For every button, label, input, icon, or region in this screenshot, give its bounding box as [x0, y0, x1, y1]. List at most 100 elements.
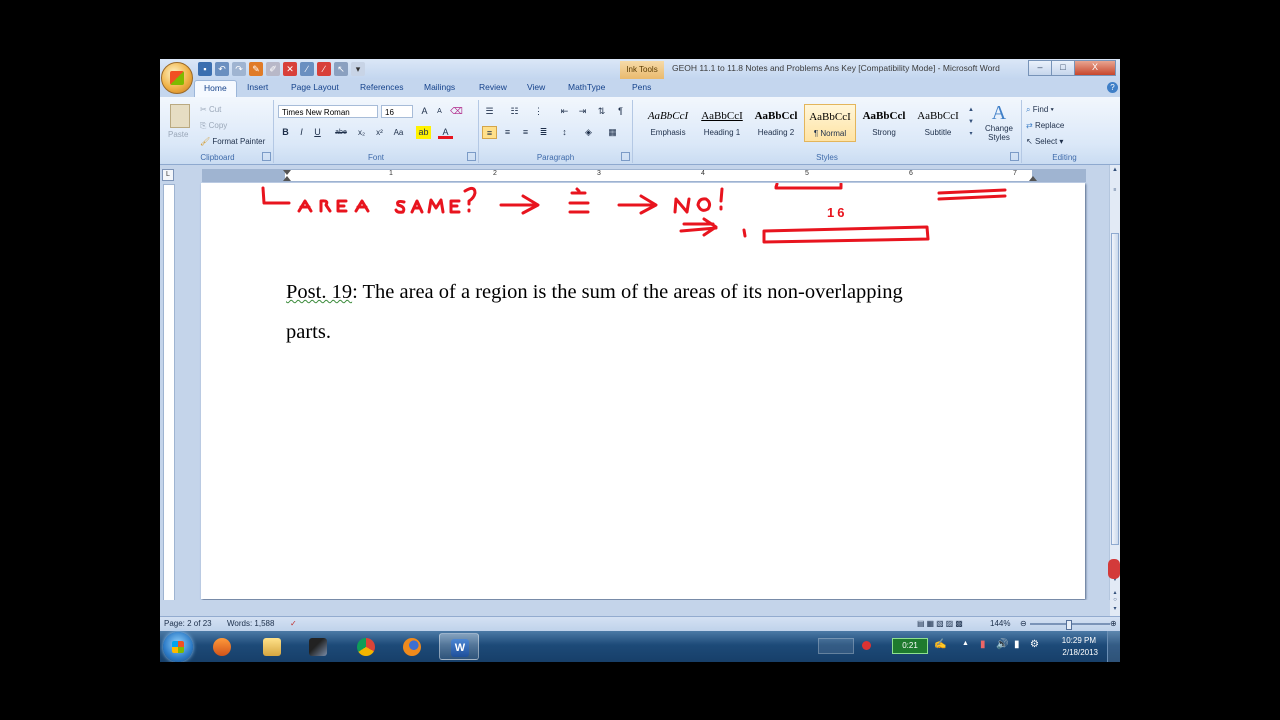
clipboard-launcher-icon[interactable] — [262, 152, 271, 161]
highlight-color-icon[interactable]: ab — [416, 126, 431, 139]
taskbar-explorer[interactable] — [252, 633, 292, 660]
style-strong[interactable]: AaBbCcl Strong — [858, 104, 910, 142]
show-formatting-icon[interactable]: ¶ — [613, 105, 628, 118]
hanging-indent-marker[interactable] — [283, 176, 291, 181]
pen-tray-icon[interactable]: ✍ — [934, 639, 946, 650]
taskbar-chrome[interactable] — [346, 633, 386, 660]
align-left-icon[interactable]: ≡ — [482, 126, 497, 139]
minimize-button[interactable]: – — [1028, 60, 1052, 76]
tab-review[interactable]: Review — [479, 82, 507, 92]
clock-date[interactable]: 2/18/2013 — [1062, 648, 1098, 657]
tab-selector-icon[interactable]: L — [162, 169, 174, 181]
tab-pens[interactable]: Pens — [632, 82, 651, 92]
first-line-indent-marker[interactable] — [283, 170, 291, 175]
undo-icon[interactable]: ↶ — [215, 62, 229, 76]
view-buttons-icon[interactable]: ▤▦▧▨▩ — [917, 619, 965, 628]
increase-indent-icon[interactable]: ⇥ — [575, 105, 590, 118]
shading-icon[interactable]: ◈ — [581, 126, 596, 139]
signal-bars-icon[interactable] — [818, 638, 854, 654]
recording-timer[interactable]: 0:21 — [892, 638, 928, 654]
next-page-icon[interactable]: ▾ — [1111, 605, 1119, 613]
close-button[interactable]: X — [1074, 60, 1116, 76]
horizontal-ruler[interactable]: 1 2 3 4 5 6 7 — [202, 169, 1086, 182]
power-icon[interactable]: ▮ — [1014, 639, 1020, 650]
styles-scroll-arrows-icon[interactable]: ▲ ▼ ▾ — [967, 104, 975, 142]
align-right-icon[interactable]: ≡ — [518, 126, 533, 139]
tab-references[interactable]: References — [360, 82, 403, 92]
settings-icon[interactable]: ⚙ — [1030, 639, 1039, 650]
change-case-button[interactable]: Aa — [391, 126, 406, 139]
zoom-slider[interactable] — [1030, 620, 1110, 630]
maximize-button[interactable]: □ — [1051, 60, 1075, 76]
clock-time[interactable]: 10:29 PM — [1062, 636, 1096, 645]
find-button[interactable]: ⌕ Find ▾ — [1026, 105, 1054, 115]
select-objects-icon[interactable]: ↖ — [334, 62, 348, 76]
redo-icon[interactable]: ↷ — [232, 62, 246, 76]
ink-tools-context-tab[interactable]: Ink Tools — [620, 61, 664, 79]
grow-font-icon[interactable]: A — [417, 105, 432, 118]
subscript-button[interactable]: x₂ — [354, 126, 369, 139]
bold-button[interactable]: B — [278, 126, 293, 139]
postulate-line[interactable]: Post. 19: The area of a region is the su… — [286, 281, 903, 304]
format-painter-button[interactable]: 🖌 Format Painter — [200, 137, 265, 146]
zoom-level[interactable]: 144% — [990, 619, 1010, 628]
numbering-icon[interactable]: ☷ — [507, 105, 522, 118]
style-normal[interactable]: AaBbCcI ¶ Normal — [804, 104, 856, 142]
document-page[interactable]: 16 Post. 19: The area of a region is the… — [201, 183, 1085, 599]
taskbar-pen-app[interactable] — [298, 633, 338, 660]
font-size-combo[interactable]: 16 — [381, 105, 413, 118]
line-spacing-icon[interactable]: ↕ — [557, 126, 572, 139]
ink-color-icon[interactable]: ∕ — [300, 62, 314, 76]
style-heading-2[interactable]: AaBbCcl Heading 2 — [750, 104, 802, 142]
sort-icon[interactable]: ⇅ — [594, 105, 609, 118]
browse-object-icon[interactable]: ○ — [1111, 597, 1119, 605]
tab-mailings[interactable]: Mailings — [424, 82, 455, 92]
font-launcher-icon[interactable] — [467, 152, 476, 161]
strikethrough-button[interactable]: abe — [332, 126, 350, 139]
underline-button[interactable]: U — [310, 126, 325, 139]
scroll-up-arrow-icon[interactable]: ▲ — [1111, 167, 1119, 175]
previous-page-icon[interactable]: ▴ — [1111, 589, 1119, 597]
page-count[interactable]: Page: 2 of 23 — [164, 619, 212, 628]
paragraph-launcher-icon[interactable] — [621, 152, 630, 161]
multilevel-list-icon[interactable]: ⋮ — [531, 105, 546, 118]
red-pen-icon[interactable]: ∕ — [317, 62, 331, 76]
style-heading-1[interactable]: AaBbCcI Heading 1 — [696, 104, 748, 142]
split-icon[interactable]: ≡ — [1111, 187, 1119, 195]
highlighter-icon[interactable]: ✐ — [266, 62, 280, 76]
paste-icon[interactable] — [170, 104, 190, 128]
taskbar-word[interactable]: W — [439, 633, 479, 660]
taskbar-media-player[interactable] — [202, 633, 242, 660]
zoom-in-icon[interactable]: ⊕ — [1110, 619, 1117, 628]
word-count[interactable]: Words: 1,588 — [227, 619, 274, 628]
paste-button[interactable]: Paste — [168, 130, 188, 139]
align-center-icon[interactable]: ≡ — [500, 126, 515, 139]
tab-mathtype[interactable]: MathType — [568, 82, 605, 92]
styles-launcher-icon[interactable] — [1010, 152, 1019, 161]
decrease-indent-icon[interactable]: ⇤ — [557, 105, 572, 118]
superscript-button[interactable]: x² — [372, 126, 387, 139]
show-hidden-icons[interactable]: ▲ — [962, 640, 969, 647]
office-button[interactable] — [161, 62, 193, 94]
tab-page-layout[interactable]: Page Layout — [291, 82, 339, 92]
tab-view[interactable]: View — [527, 82, 545, 92]
style-subtitle[interactable]: AaBbCcI Subtitle — [912, 104, 964, 142]
cut-button[interactable]: ✂ Cut — [200, 105, 221, 114]
alert-icon[interactable] — [862, 641, 871, 650]
proofing-icon[interactable]: ✓ — [290, 619, 297, 628]
style-emphasis[interactable]: AaBbCcI Emphasis — [642, 104, 694, 142]
show-desktop-button[interactable] — [1107, 631, 1120, 662]
borders-icon[interactable]: ▦ — [605, 126, 620, 139]
volume-icon[interactable]: 🔊 — [996, 639, 1008, 650]
font-color-icon[interactable]: A — [438, 126, 453, 139]
italic-button[interactable]: I — [294, 126, 309, 139]
bullets-icon[interactable]: ☰ — [482, 105, 497, 118]
select-button[interactable]: ↖ Select ▾ — [1026, 137, 1063, 146]
postulate-line-continued[interactable]: parts. — [286, 321, 331, 344]
help-icon[interactable]: ? — [1107, 82, 1118, 93]
vertical-scrollbar[interactable]: ▲ ≡ ▼ ▴ ○ ▾ — [1109, 165, 1120, 617]
clear-formatting-icon[interactable]: ⌫ — [449, 105, 464, 118]
taskbar-firefox[interactable] — [392, 633, 432, 660]
vertical-scroll-thumb[interactable] — [1111, 233, 1119, 545]
vertical-ruler[interactable] — [163, 184, 175, 606]
